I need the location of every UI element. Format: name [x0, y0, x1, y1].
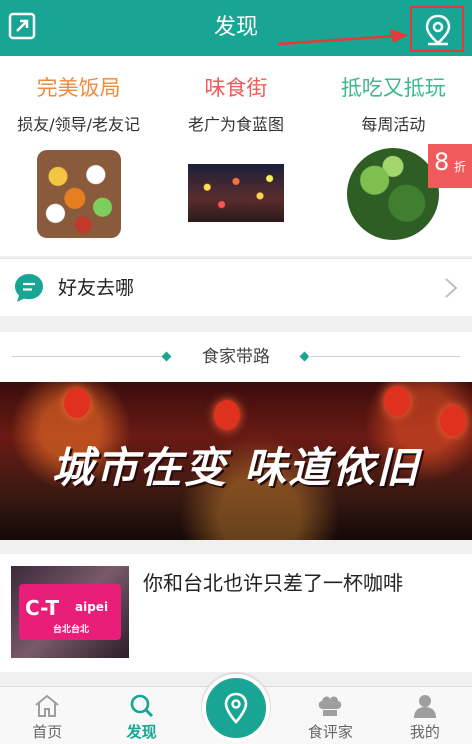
- lantern-decoration: [440, 406, 466, 436]
- top-bar: 发现: [0, 0, 472, 56]
- shop-sign: C-T aipei 台北台北: [19, 584, 121, 640]
- sign-text-right: aipei: [75, 600, 109, 614]
- user-icon: [413, 695, 436, 718]
- nav-critics[interactable]: 食评家: [283, 687, 377, 744]
- home-icon: [35, 694, 59, 717]
- banner-text: 城市在变 味道依旧: [51, 443, 421, 492]
- search-icon: [130, 694, 153, 718]
- night-street-image: [187, 164, 284, 222]
- category-row: 完美饭局 损友/领导/老友记 味食街 老广为食蓝图 抵吃又抵玩 每周活动 8 折: [0, 56, 472, 256]
- chevron-right-icon: [445, 278, 458, 298]
- article-title: 你和台北也许只差了一杯咖啡: [143, 571, 403, 595]
- nav-label: 我的: [409, 723, 440, 741]
- annotation-arrow: [277, 29, 408, 46]
- friends-where-row[interactable]: 好友去哪: [0, 258, 472, 316]
- sign-text-small: 台北台北: [53, 625, 90, 635]
- location-button[interactable]: [410, 6, 464, 52]
- location-pin-icon: [224, 692, 248, 724]
- nav-label: 首页: [32, 723, 63, 741]
- category-title: 味食街: [204, 76, 268, 100]
- section-title: 食家带路: [202, 347, 270, 367]
- lantern-decoration: [214, 400, 240, 430]
- category-subtitle: 损友/领导/老友记: [17, 115, 141, 134]
- category-title: 完美饭局: [36, 76, 121, 100]
- app-root: 发现 完美饭局 损友/领导/老友记 味食街 老广为食蓝图 抵吃又抵玩 每周活动: [0, 0, 472, 744]
- food-table-image: [36, 150, 121, 238]
- category-subtitle: 老广为食蓝图: [187, 115, 284, 134]
- lantern-decoration: [64, 388, 90, 418]
- garden-image: [347, 148, 440, 240]
- discount-unit: 折: [453, 160, 466, 174]
- category-title: 抵吃又抵玩: [340, 76, 446, 100]
- promo-banner[interactable]: 城市在变 味道依旧: [0, 382, 472, 540]
- nav-center-location-button[interactable]: [202, 674, 270, 742]
- nav-label: 发现: [126, 723, 157, 741]
- friends-label: 好友去哪: [58, 277, 135, 299]
- location-pin-icon: [425, 14, 451, 46]
- nav-mine[interactable]: 我的: [378, 687, 472, 744]
- nav-label: 食评家: [307, 723, 353, 741]
- divider-line: [308, 356, 460, 357]
- category-perfect-meal[interactable]: 完美饭局 损友/领导/老友记: [0, 56, 157, 256]
- nav-discover[interactable]: 发现: [94, 687, 188, 744]
- lantern-decoration: [384, 386, 410, 416]
- category-subtitle: 每周活动: [361, 115, 426, 134]
- section-header: 食家带路: [0, 332, 472, 382]
- category-deals[interactable]: 抵吃又抵玩 每周活动 8 折: [315, 56, 472, 256]
- chef-hat-icon: [319, 696, 342, 716]
- article-card[interactable]: C-T aipei 台北台北 你和台北也许只差了一杯咖啡: [0, 554, 472, 672]
- category-food-street[interactable]: 味食街 老广为食蓝图: [157, 56, 314, 256]
- nav-home[interactable]: 首页: [0, 687, 94, 744]
- sign-text-left: C-T: [25, 596, 60, 620]
- article-thumbnail: C-T aipei 台北台北: [11, 566, 129, 658]
- chat-bubble-icon: [15, 274, 43, 302]
- discount-badge: 8 折: [427, 144, 472, 188]
- discount-number: 8: [433, 148, 450, 176]
